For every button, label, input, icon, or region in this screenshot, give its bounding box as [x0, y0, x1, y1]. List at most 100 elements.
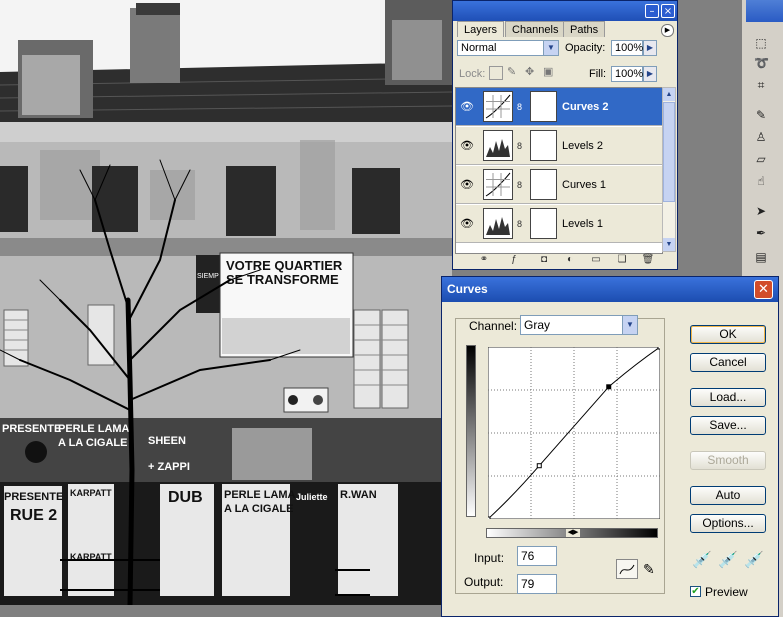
lock-move-icon[interactable]: ✥ — [525, 65, 534, 78]
layer-row-levels-1[interactable]: 👁 8 Levels 1 — [456, 205, 662, 243]
chain-link-icon[interactable]: 8 — [517, 100, 527, 114]
crop-icon[interactable]: ⌗ — [754, 78, 768, 92]
save-button[interactable]: Save... — [690, 416, 766, 435]
lock-all-icon[interactable]: ▣ — [543, 65, 553, 78]
input-gradient-bar: ◀▶ — [486, 528, 658, 538]
brush-icon[interactable]: ✎ — [754, 108, 768, 122]
eye-icon[interactable]: 👁 — [460, 139, 476, 153]
levels-thumbnail-icon — [483, 130, 513, 161]
output-field[interactable]: 79 — [517, 574, 557, 594]
close-icon[interactable]: ✕ — [754, 280, 773, 299]
options-button[interactable]: Options... — [690, 514, 766, 533]
layers-title-bar[interactable]: – × — [453, 1, 677, 21]
input-label: Input: — [474, 551, 505, 565]
pencil-tool-icon[interactable]: ✎ — [643, 561, 655, 578]
eye-icon[interactable]: 👁 — [460, 100, 476, 114]
layer-name[interactable]: Levels 2 — [562, 139, 603, 153]
new-group-icon[interactable]: ▭ — [589, 254, 603, 266]
layer-mask-thumbnail[interactable] — [530, 91, 557, 122]
add-mask-icon[interactable]: ◘ — [537, 254, 551, 266]
curve-point[interactable] — [606, 384, 612, 390]
levels-thumbnail-icon — [483, 208, 513, 239]
layer-row-curves-2[interactable]: 👁 8 Curves 2 — [456, 88, 662, 126]
gradient-toggle-icon[interactable]: ◀▶ — [566, 529, 580, 537]
chain-link-icon[interactable]: 8 — [517, 178, 527, 192]
poster-bottom-5: PERLE LAMA — [224, 489, 296, 501]
layers-scrollbar[interactable]: ▲ ▼ — [662, 87, 676, 252]
layer-name[interactable]: Levels 1 — [562, 217, 603, 231]
layer-mask-thumbnail[interactable] — [530, 130, 557, 161]
scroll-down-icon[interactable]: ▼ — [663, 238, 675, 251]
preview-checkbox[interactable]: ✔ — [690, 586, 701, 597]
layer-style-icon[interactable]: ƒ — [507, 254, 521, 266]
link-layers-icon[interactable]: ⚭ — [477, 254, 491, 266]
ok-button[interactable]: OK — [690, 325, 766, 344]
marquee-icon[interactable]: ⬚ — [754, 36, 768, 50]
palette-menu-icon[interactable]: ▶ — [661, 24, 674, 37]
lock-paint-icon[interactable]: ✎ — [507, 65, 516, 78]
poster-side-text: SIEMP — [197, 273, 219, 280]
layer-mask-thumbnail[interactable] — [530, 169, 557, 200]
stamp-icon[interactable]: ♙ — [754, 130, 768, 144]
fill-input[interactable]: 100% — [611, 66, 643, 82]
trash-icon[interactable]: 🗑 — [641, 254, 655, 266]
eye-icon[interactable]: 👁 — [460, 217, 476, 231]
layer-mask-thumbnail[interactable] — [530, 208, 557, 239]
layer-name[interactable]: Curves 1 — [562, 178, 606, 192]
lock-transparency-icon[interactable] — [489, 66, 503, 80]
scroll-thumb[interactable] — [663, 102, 675, 202]
tab-paths[interactable]: Paths — [563, 21, 606, 37]
new-layer-icon[interactable]: ❏ — [615, 254, 629, 266]
fill-arrow-icon[interactable]: ▶ — [643, 66, 657, 82]
cancel-button[interactable]: Cancel — [690, 353, 766, 372]
opacity-arrow-icon[interactable]: ▶ — [643, 40, 657, 56]
curve-graph[interactable] — [488, 347, 660, 519]
smudge-icon[interactable]: ☝ — [754, 174, 768, 188]
layer-row-curves-1[interactable]: 👁 8 Curves 1 — [456, 166, 662, 204]
curves-dialog: Curves ✕ Channel: Gray ▼ ◀▶ Input: 76 Ou… — [441, 276, 779, 617]
curves-thumbnail-icon — [483, 169, 513, 200]
chevron-down-icon: ▼ — [622, 316, 637, 334]
blend-mode-select[interactable]: Normal ▼ — [457, 40, 559, 56]
load-button[interactable]: Load... — [690, 388, 766, 407]
auto-button[interactable]: Auto — [690, 486, 766, 505]
chain-link-icon[interactable]: 8 — [517, 139, 527, 153]
channel-label: Channel: — [469, 319, 518, 333]
layer-name[interactable]: Curves 2 — [562, 100, 608, 114]
black-eyedropper-icon[interactable]: 💉 — [692, 550, 712, 570]
tab-layers[interactable]: Layers — [457, 21, 505, 37]
curve-point[interactable] — [488, 516, 491, 519]
layer-list: 👁 8 Curves 2 👁 8 Levels 2 👁 8 Curves 1 👁… — [455, 87, 663, 254]
channel-select[interactable]: Gray ▼ — [520, 315, 638, 335]
poster-top-3: SHEEN — [148, 435, 186, 447]
minimize-icon[interactable]: – — [645, 4, 659, 18]
eye-icon[interactable]: 👁 — [460, 178, 476, 192]
blend-mode-value: Normal — [461, 42, 497, 54]
adjustment-layer-icon[interactable]: ◐ — [563, 254, 577, 266]
tab-channels[interactable]: Channels — [505, 21, 566, 37]
pen-icon[interactable]: ✒ — [754, 226, 768, 240]
poster-top-1: PRESENTE — [2, 423, 61, 435]
curve-point[interactable] — [536, 463, 542, 469]
scroll-up-icon[interactable]: ▲ — [663, 88, 675, 101]
eraser-icon[interactable]: ▱ — [754, 152, 768, 166]
poster-bottom-8: R.WAN — [340, 489, 377, 501]
image-canvas[interactable]: VOTRE QUARTIER SE TRANSFORME SIEMP PRESE… — [0, 0, 452, 605]
layer-row-levels-2[interactable]: 👁 8 Levels 2 — [456, 127, 662, 165]
opacity-input[interactable]: 100% — [611, 40, 643, 56]
curves-thumbnail-icon — [483, 91, 513, 122]
poster-bottom-4: DUB — [168, 489, 203, 506]
chevron-down-icon: ▼ — [543, 41, 558, 55]
lasso-icon[interactable]: ➰ — [754, 56, 769, 70]
arrow-icon[interactable]: ➤ — [754, 204, 768, 218]
close-icon[interactable]: × — [661, 4, 675, 18]
poster-top-4: A LA CIGALE — [58, 437, 127, 449]
curves-title-bar[interactable]: Curves ✕ — [442, 277, 778, 302]
curve-tool-icon[interactable] — [616, 559, 638, 579]
curve-point[interactable] — [657, 347, 660, 350]
input-field[interactable]: 76 — [517, 546, 557, 566]
gray-eyedropper-icon[interactable]: 💉 — [718, 550, 738, 570]
white-eyedropper-icon[interactable]: 💉 — [744, 550, 764, 570]
notes-icon[interactable]: ▤ — [754, 250, 768, 264]
chain-link-icon[interactable]: 8 — [517, 217, 527, 231]
